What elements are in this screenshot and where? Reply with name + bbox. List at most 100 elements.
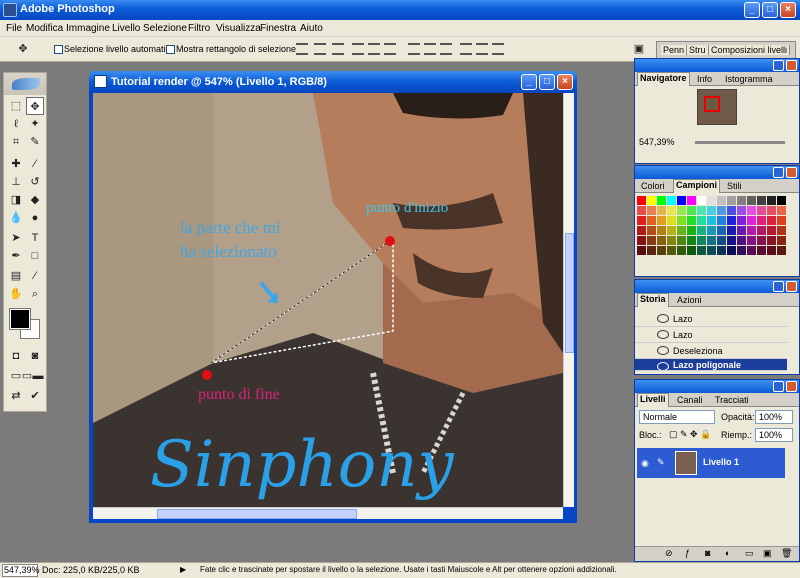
swatch[interactable]	[727, 246, 736, 255]
distribute-center-icon[interactable]	[476, 43, 488, 55]
vertical-scrollbar[interactable]	[563, 93, 574, 507]
swatch[interactable]	[687, 226, 696, 235]
distribute-right-icon[interactable]	[492, 43, 504, 55]
swatch[interactable]	[657, 226, 666, 235]
quick-mask-mode-icon[interactable]: ◙	[26, 347, 44, 365]
palette-well-tab-composizioni[interactable]: Composizioni livelli	[709, 45, 791, 55]
bounding-box-checkbox[interactable]	[166, 45, 175, 54]
new-layer-icon[interactable]: ▣	[763, 548, 772, 559]
lock-icons[interactable]: ▢ ✎ ✥ 🔒	[669, 429, 711, 440]
swatch[interactable]	[767, 246, 776, 255]
swatch[interactable]	[777, 196, 786, 205]
panel-close-button[interactable]	[786, 381, 797, 392]
swatch[interactable]	[667, 246, 676, 255]
swatch[interactable]	[767, 226, 776, 235]
swatch[interactable]	[637, 246, 646, 255]
swatch[interactable]	[747, 226, 756, 235]
palette-well-tab-strumenti[interactable]: Stru	[687, 45, 709, 55]
standard-mode-icon[interactable]: ◘	[7, 347, 25, 365]
navigator-zoom-value[interactable]: 547,39%	[639, 137, 675, 147]
magic-wand-tool-icon[interactable]: ✦	[26, 115, 44, 133]
swatch[interactable]	[767, 216, 776, 225]
swatch[interactable]	[707, 246, 716, 255]
swatch[interactable]	[757, 216, 766, 225]
menu-filtro[interactable]: Filtro	[188, 23, 210, 34]
align-middle-icon[interactable]	[314, 43, 326, 55]
swatch[interactable]	[687, 236, 696, 245]
history-item[interactable]: Deseleziona	[635, 343, 787, 359]
swatch[interactable]	[737, 206, 746, 215]
swatch[interactable]	[657, 236, 666, 245]
swatch[interactable]	[677, 246, 686, 255]
layer-style-icon[interactable]: ƒ	[685, 548, 690, 558]
menu-livello[interactable]: Livello	[112, 23, 140, 34]
swatch[interactable]	[677, 206, 686, 215]
distribute-bottom-icon[interactable]	[440, 43, 452, 55]
swatch[interactable]	[767, 196, 776, 205]
swatch[interactable]	[677, 236, 686, 245]
healing-brush-tool-icon[interactable]: ✚	[7, 155, 25, 173]
brush-tool-icon[interactable]: ⁄	[26, 155, 44, 173]
swatch[interactable]	[687, 216, 696, 225]
swatch[interactable]	[717, 246, 726, 255]
align-right-icon[interactable]	[384, 43, 396, 55]
lasso-tool-icon[interactable]: ℓ	[7, 115, 25, 133]
menu-immagine[interactable]: Immagine	[66, 23, 110, 34]
panel-minimize-button[interactable]	[773, 281, 784, 292]
maximize-button[interactable]: □	[762, 2, 778, 18]
distribute-top-icon[interactable]	[408, 43, 420, 55]
horizontal-scrollbar[interactable]	[93, 507, 563, 519]
menu-modifica[interactable]: Modifica	[26, 23, 63, 34]
align-center-icon[interactable]	[368, 43, 380, 55]
swatch[interactable]	[697, 206, 706, 215]
panel-close-button[interactable]	[786, 167, 797, 178]
opacity-input[interactable]: 100%	[755, 410, 793, 424]
swatch[interactable]	[667, 196, 676, 205]
type-tool-icon[interactable]: T	[26, 229, 44, 247]
tab-colori[interactable]: Colori	[641, 181, 665, 191]
swatch[interactable]	[707, 196, 716, 205]
history-item[interactable]: Lazo	[635, 327, 787, 343]
crop-tool-icon[interactable]: ⌗	[7, 133, 25, 151]
tab-canali[interactable]: Canali	[677, 395, 703, 405]
swatch[interactable]	[747, 206, 756, 215]
clone-stamp-tool-icon[interactable]: ⊥	[7, 173, 25, 191]
status-arrow-icon[interactable]: ▶	[180, 565, 186, 574]
screen-mode-full-icon[interactable]: ▬	[29, 367, 47, 385]
swatch[interactable]	[677, 196, 686, 205]
align-top-icon[interactable]	[296, 43, 308, 55]
tab-livelli[interactable]: Livelli	[637, 393, 669, 407]
swatch[interactable]	[777, 226, 786, 235]
history-item[interactable]: Lazo	[635, 311, 787, 327]
panel-minimize-button[interactable]	[773, 60, 784, 71]
swatch[interactable]	[757, 246, 766, 255]
tab-info[interactable]: Info	[697, 74, 712, 84]
blur-tool-icon[interactable]: 💧	[7, 209, 25, 227]
menu-file[interactable]: File	[6, 23, 22, 34]
swatch[interactable]	[717, 216, 726, 225]
jump-to-app-icon[interactable]: ✔	[26, 387, 44, 405]
tab-tracciati[interactable]: Tracciati	[715, 395, 749, 405]
swatch[interactable]	[737, 216, 746, 225]
swatch[interactable]	[727, 196, 736, 205]
close-button[interactable]: ×	[780, 2, 796, 18]
menu-finestra[interactable]: Finestra	[260, 23, 296, 34]
adjustment-layer-icon[interactable]: ◐	[725, 548, 730, 558]
panel-minimize-button[interactable]	[773, 167, 784, 178]
swatch[interactable]	[637, 236, 646, 245]
status-zoom[interactable]: 547,39%	[2, 564, 40, 577]
tab-istogramma[interactable]: Istogramma	[725, 74, 773, 84]
swatch[interactable]	[637, 206, 646, 215]
swatch[interactable]	[667, 236, 676, 245]
menu-selezione[interactable]: Selezione	[143, 23, 187, 34]
pen-tool-icon[interactable]: ✒	[7, 247, 25, 265]
swatch[interactable]	[777, 246, 786, 255]
swatch[interactable]	[697, 246, 706, 255]
tab-stili[interactable]: Stili	[727, 181, 742, 191]
swatch[interactable]	[707, 216, 716, 225]
document-minimize-button[interactable]: _	[521, 74, 537, 90]
swatch[interactable]	[717, 196, 726, 205]
move-tool-preset-icon[interactable]: ✥	[14, 40, 32, 58]
menu-aiuto[interactable]: Aiuto	[300, 23, 323, 34]
swatch[interactable]	[697, 196, 706, 205]
